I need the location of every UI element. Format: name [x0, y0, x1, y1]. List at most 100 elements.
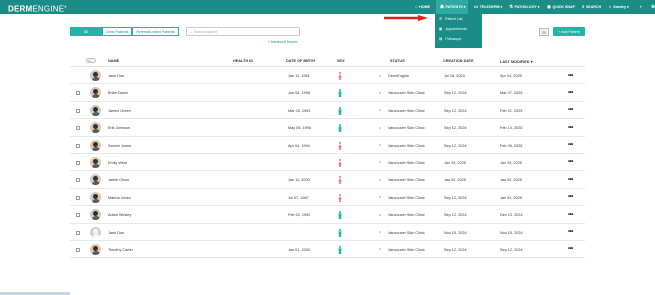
patient-name[interactable]: Emily West: [108, 161, 127, 165]
patient-name[interactable]: Timothy Carter: [108, 248, 133, 252]
patient-name[interactable]: Marina Jones: [108, 196, 131, 200]
male-icon: [338, 228, 342, 237]
patient-name[interactable]: Erik Johnson: [108, 126, 130, 130]
more-options-icon[interactable]: •••: [568, 246, 573, 252]
female-icon: [338, 141, 342, 150]
header-sex[interactable]: SEX: [337, 59, 345, 63]
row-checkbox[interactable]: [76, 108, 80, 113]
patient-name[interactable]: Sammi Jones: [108, 144, 131, 148]
creation-date: Sep 12, 2024: [444, 143, 467, 148]
nav-patients[interactable]: ☗ PATIENTS ▾: [436, 0, 468, 14]
creation-date: Sep 12, 2024: [444, 213, 467, 218]
patient-avatar: [90, 139, 101, 151]
menu-item-label: Patient List: [445, 17, 463, 21]
patient-search-input[interactable]: ⌕ Search patient: [186, 27, 300, 36]
patient-name[interactable]: Jane Doe: [108, 74, 124, 78]
dark-mode-toggle[interactable]: ◑: [635, 0, 645, 14]
row-checkbox[interactable]: [76, 126, 80, 131]
tab-referral-linked-patients[interactable]: Referral/Linked Patients: [132, 27, 179, 36]
row-checkbox[interactable]: [76, 160, 80, 165]
menu-item-patient-list[interactable]: ☰ Patient List: [435, 14, 482, 24]
clinic-icon: ⌂: [379, 195, 382, 200]
row-checkbox[interactable]: [76, 247, 80, 252]
advanced-search-link[interactable]: + Advanced Search: [268, 40, 298, 44]
moon-icon: ◑: [639, 3, 642, 9]
patient-name[interactable]: James Green: [108, 109, 131, 113]
row-checkbox[interactable]: [76, 178, 80, 183]
table-row[interactable]: James Green Mar 03, 1993 ⌂ Vancouver Ski…: [70, 102, 585, 120]
last-modified: Apr 04, 2025: [500, 74, 522, 78]
nav-search-label: SEARCH: [586, 5, 602, 9]
nav-telederm[interactable]: ▭ TELEDERM ▾: [470, 0, 503, 14]
patient-avatar: [90, 209, 101, 221]
menu-item-followups[interactable]: ▤ Followups: [435, 34, 482, 44]
header-last-modified[interactable]: LAST MODIFIED ▾: [500, 59, 533, 64]
more-options-icon[interactable]: •••: [568, 107, 573, 113]
more-options-icon[interactable]: •••: [568, 229, 573, 235]
patient-dob: May 05, 1995: [288, 126, 312, 131]
male-icon: [338, 106, 342, 115]
table-row[interactable]: Timothy Carter Jan 01, 2000 ⌂ Vancouver …: [70, 241, 585, 259]
header-name[interactable]: NAME: [108, 59, 119, 63]
more-options-icon[interactable]: •••: [568, 212, 573, 218]
header-dob[interactable]: DATE OF BIRTH: [286, 59, 315, 63]
patient-name[interactable]: Brian David: [108, 91, 128, 95]
table-row[interactable]: Emily West ⌂ Vancouver Skin Clinic Jan 2…: [70, 154, 585, 172]
more-options-icon[interactable]: •••: [568, 177, 573, 183]
filter-icon-button[interactable]: ⊞: [539, 28, 549, 36]
nav-quick-snap[interactable]: ◉ QUICK SNAP: [543, 0, 576, 14]
table-body: Jane Doe Jan 11, 1981 ⌂ DermEngine Jul 1…: [70, 67, 585, 259]
nav-home-label: HOME: [419, 5, 430, 9]
patient-avatar: [90, 174, 101, 186]
table-row[interactable]: Brian David Jun 06, 1996 ⌂ Vancouver Ski…: [70, 84, 585, 102]
add-patient-button[interactable]: + Add Patient: [553, 27, 585, 36]
table-row[interactable]: Sammi Jones Apr 04, 1994 ⌂ Vancouver Ski…: [70, 137, 585, 154]
more-options-icon[interactable]: •••: [568, 125, 573, 131]
table-row[interactable]: Jane Doe Jan 11, 1981 ⌂ DermEngine Jul 1…: [70, 67, 585, 85]
header-health-id[interactable]: HEALTH ID: [233, 59, 253, 63]
clinic-icon: ⌂: [379, 230, 382, 235]
select-all-toggle[interactable]: [86, 58, 96, 63]
patient-status: Vancouver Skin Clinic: [388, 108, 425, 113]
more-options-icon[interactable]: •••: [568, 159, 573, 165]
more-options-icon[interactable]: •••: [568, 194, 573, 200]
clinic-icon: ⌂: [379, 90, 382, 95]
row-checkbox[interactable]: [76, 91, 80, 96]
more-options-icon[interactable]: •••: [568, 73, 573, 79]
nav-search[interactable]: ⌕ SEARCH: [578, 0, 603, 14]
tab-clinic-patients[interactable]: Clinic Patients: [102, 27, 132, 36]
clinic-icon: ⌂: [379, 247, 382, 252]
more-options-icon[interactable]: •••: [568, 90, 573, 96]
patient-name[interactable]: Jane Doe: [108, 231, 124, 235]
nav-user-menu[interactable]: ◐ Stanley ▾: [605, 0, 633, 14]
table-row[interactable]: Jane Doe ⌂ Vancouver Skin Clinic Nov 15,…: [70, 224, 585, 241]
row-checkbox[interactable]: [76, 195, 80, 200]
search-icon: ⌕: [190, 29, 193, 34]
table-row[interactable]: Jamie Olson Jan 11, 2000 ⌂ Vancouver Ski…: [70, 171, 585, 189]
table-row[interactable]: Erik Johnson May 05, 1995 ⌂ Vancouver Sk…: [70, 119, 585, 137]
settings-button[interactable]: ⚙: [647, 0, 655, 14]
header-status[interactable]: STATUS: [390, 59, 405, 63]
top-navbar: DERMENGINE® ⌂ HOME ☗ PATIENTS ▾ ▭ TELEDERM …: [0, 0, 655, 14]
creation-date: Sep 12, 2024: [444, 126, 467, 131]
tab-all[interactable]: All: [70, 27, 102, 36]
clinic-icon: ⌂: [379, 125, 382, 130]
patient-status: Vancouver Skin Clinic: [388, 126, 425, 131]
menu-item-appointments[interactable]: ▦ Appointments: [435, 24, 482, 34]
dermengine-logo[interactable]: DERMENGINE®: [8, 2, 67, 15]
clinic-icon: ⌂: [379, 73, 382, 78]
patient-name[interactable]: Adam Wesley: [108, 213, 131, 217]
patient-table: HEALTH ID NAME DATE OF BIRTH SEX STATUS …: [70, 55, 585, 259]
header-creation-date[interactable]: CREATION DATE: [443, 59, 474, 63]
row-checkbox[interactable]: [76, 230, 80, 235]
patient-name[interactable]: Jamie Olson: [108, 178, 129, 182]
patient-avatar: [90, 156, 101, 168]
table-row[interactable]: Marina Jones Jul 07, 1987 ⌂ Vancouver Sk…: [70, 189, 585, 207]
row-checkbox[interactable]: [76, 143, 80, 148]
nav-home[interactable]: ⌂ HOME: [411, 0, 434, 14]
more-options-icon[interactable]: •••: [568, 142, 573, 148]
table-row[interactable]: Adam Wesley Feb 02, 1992 ⌂ Vancouver Ski…: [70, 206, 585, 224]
row-checkbox[interactable]: [76, 213, 80, 218]
creation-date: Sep 12, 2024: [444, 91, 467, 96]
nav-pathology[interactable]: ⚗ PATHOLOGY ▾: [505, 0, 541, 14]
